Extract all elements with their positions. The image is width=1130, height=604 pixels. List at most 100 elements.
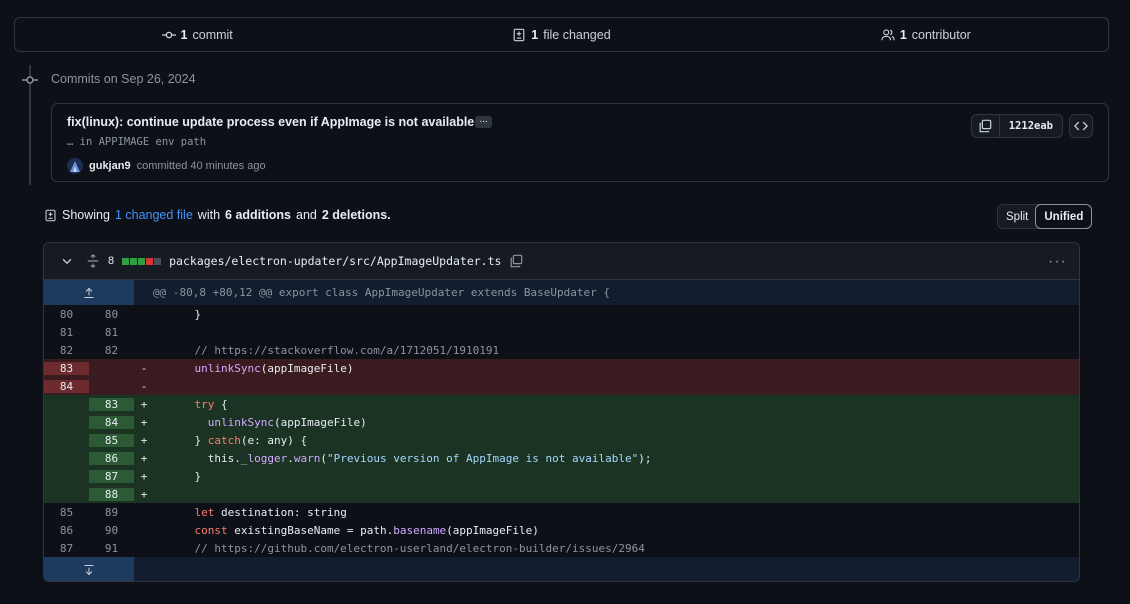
- diff-line-ctx: 85 89 let destination: string: [44, 503, 1079, 521]
- expand-down-button[interactable]: [44, 557, 134, 581]
- expand-up-icon: [84, 287, 94, 298]
- new-line-number[interactable]: 83: [89, 397, 134, 411]
- code-icon: [1074, 121, 1088, 131]
- diff-sign: +: [140, 433, 148, 447]
- additions-count: 6 additions: [225, 208, 292, 222]
- new-line-number[interactable]: 85: [89, 433, 134, 447]
- changes-count: 8: [108, 255, 115, 267]
- diffstat-block: [154, 257, 162, 265]
- file-path[interactable]: packages/electron-updater/src/AppImageUp…: [169, 254, 501, 268]
- file-diff-icon: [513, 28, 525, 41]
- new-line-number[interactable]: 81: [89, 326, 134, 339]
- diffstat-block: [130, 257, 138, 265]
- commit-description: … in APPIMAGE env path: [67, 136, 207, 148]
- code-line: // https://github.com/electron-userland/…: [168, 541, 645, 555]
- diff-sign: +: [140, 487, 148, 501]
- commit-author-row: gukjan9 committed 40 minutes ago: [67, 158, 266, 174]
- new-line-number[interactable]: 90: [89, 524, 134, 537]
- code-line: this._logger.warn("Previous version of A…: [168, 451, 652, 465]
- commits-date-heading: Commits on Sep 26, 2024: [51, 72, 196, 86]
- old-line-number[interactable]: 82: [44, 344, 89, 357]
- code-line: let destination: string: [194, 505, 347, 519]
- commit-summary-bar: 1 commit 1 file changed 1 contributor: [14, 17, 1109, 52]
- copy-icon: [979, 119, 992, 133]
- code-line: }: [168, 469, 202, 483]
- contributors-count-label: contributor: [911, 27, 971, 42]
- commit-author-link[interactable]: gukjan9: [89, 160, 131, 172]
- avatar[interactable]: [67, 158, 83, 174]
- hunk-header-row: @@ -80,8 +80,12 @@ export class AppImage…: [44, 280, 1079, 305]
- diff-sign: -: [140, 379, 148, 393]
- diff-sign: +: [140, 397, 148, 411]
- code-line: // https://stackoverflow.com/a/1712051/1…: [168, 343, 500, 357]
- commit-meta: committed 40 minutes ago: [136, 160, 266, 172]
- diffstat-block: [122, 257, 130, 265]
- new-line-number[interactable]: 87: [89, 469, 134, 483]
- old-line-number[interactable]: 85: [44, 506, 89, 519]
- commit-sha-link[interactable]: 1212eab: [1000, 115, 1062, 137]
- new-line-number[interactable]: 84: [89, 415, 134, 429]
- diff-line-add: 87 + }: [44, 467, 1079, 485]
- diff-sign: +: [140, 415, 148, 429]
- code-line: const existingBaseName = path.basename(a…: [194, 523, 539, 537]
- chevron-down-icon[interactable]: [60, 254, 74, 268]
- files-count-value: 1: [531, 27, 539, 42]
- old-line-number[interactable]: 87: [44, 542, 89, 555]
- new-line-number[interactable]: 89: [89, 506, 134, 519]
- file-diff: 8 packages/electron-updater/src/AppImage…: [43, 242, 1080, 582]
- old-line-number[interactable]: 83: [44, 361, 89, 375]
- file-diff-header: 8 packages/electron-updater/src/AppImage…: [44, 243, 1079, 280]
- commits-count-label: commit: [192, 27, 233, 42]
- browse-repository-button[interactable]: [1069, 114, 1093, 138]
- hunk-footer-row: [44, 557, 1079, 581]
- new-line-number[interactable]: 88: [89, 487, 134, 501]
- hunk-header-text: @@ -80,8 +80,12 @@ export class AppImage…: [153, 286, 610, 299]
- expand-description-button[interactable]: ...: [475, 115, 492, 128]
- old-line-number[interactable]: 86: [44, 524, 89, 537]
- diff-line-add: 86 + this._logger.warn("Previous version …: [44, 449, 1079, 467]
- contributors-count-value: 1: [899, 27, 907, 42]
- old-line-number[interactable]: 80: [44, 308, 89, 321]
- contributors-count[interactable]: 1 contributor: [744, 28, 1108, 42]
- diff-lines: 80 80 } 81 81 82 82 // https://stackoverflow.…: [44, 305, 1079, 557]
- files-count-label: file changed: [543, 27, 611, 42]
- diff-line-ctx: 86 90 const existingBaseName = path.basen…: [44, 521, 1079, 539]
- expand-down-icon: [84, 564, 94, 575]
- unified-view-button[interactable]: Unified: [1035, 204, 1093, 229]
- people-icon: [881, 28, 895, 40]
- code-line: } catch(e: any) {: [168, 433, 308, 447]
- commits-count-value: 1: [180, 27, 188, 42]
- commits-count[interactable]: 1 commit: [15, 28, 379, 42]
- code-line: unlinkSync(appImageFile): [207, 415, 367, 429]
- diff-line-add: 88 +: [44, 485, 1079, 503]
- new-line-number[interactable]: 82: [89, 344, 134, 357]
- showing-with: with: [197, 208, 221, 222]
- diff-line-ctx: 80 80 }: [44, 305, 1079, 323]
- changed-files-link[interactable]: 1 changed file: [115, 208, 193, 222]
- diff-line-add: 84 + unlinkSync(appImageFile): [44, 413, 1079, 431]
- copy-sha-button[interactable]: [972, 115, 1000, 137]
- diffstat-block: [146, 257, 154, 265]
- commit-sha-group: 1212eab: [970, 114, 1063, 138]
- commit-title-link[interactable]: fix(linux): continue update process even…: [67, 115, 485, 129]
- kebab-menu-icon[interactable]: ···: [1048, 253, 1067, 271]
- new-line-number[interactable]: 86: [89, 451, 134, 465]
- diff-sign: +: [140, 469, 148, 483]
- diff-stats-summary: Showing 1 changed file with 6 additions …: [44, 208, 391, 222]
- diff-line-ctx: 82 82 // https://stackoverflow.com/a/1712…: [44, 341, 1079, 359]
- expand-all-icon[interactable]: [86, 254, 100, 268]
- copy-icon[interactable]: [509, 254, 523, 268]
- expand-up-button[interactable]: [44, 280, 134, 305]
- split-view-button[interactable]: Split: [998, 205, 1036, 228]
- new-line-number[interactable]: 91: [89, 542, 134, 555]
- diff-sign: +: [140, 451, 148, 465]
- old-line-number[interactable]: 81: [44, 326, 89, 339]
- old-line-number[interactable]: 84: [44, 379, 89, 393]
- diff-line-add: 85 + } catch(e: any) {: [44, 431, 1079, 449]
- diff-line-add: 83 + try {: [44, 395, 1079, 413]
- git-commit-icon: [22, 76, 38, 84]
- new-line-number[interactable]: 80: [89, 308, 134, 321]
- code-line: try {: [194, 397, 228, 411]
- files-changed-count[interactable]: 1 file changed: [379, 28, 743, 42]
- code-line: }: [168, 307, 202, 321]
